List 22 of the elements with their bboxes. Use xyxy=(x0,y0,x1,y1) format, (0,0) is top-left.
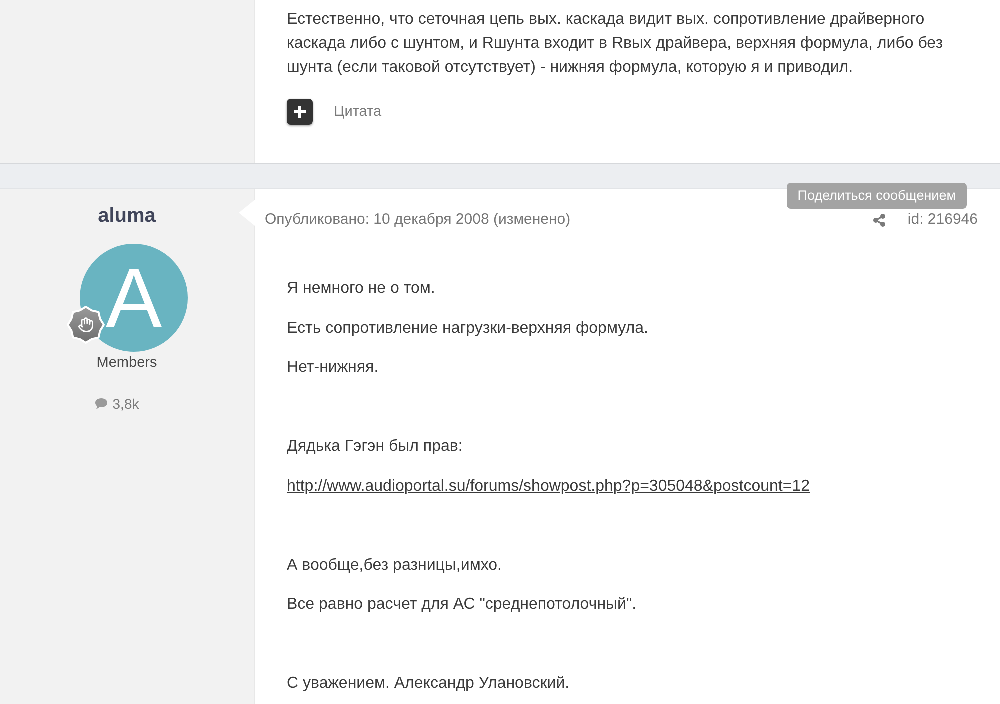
post-paragraph: С уважением. Александр Улановский. xyxy=(287,674,571,694)
user-group: Members xyxy=(96,353,158,373)
post-paragraph: А вообще,без разницы,имхо. xyxy=(287,556,503,576)
post-paragraph: Все равно расчет для АС "среднепотолочный". xyxy=(287,595,638,615)
post-paragraph: Естественно, что сеточная цепь вых. каскада видит вых. сопротивление драйверного каскада либо с шунтом, и Rшунта входит в Rвых драйвера, верхняя формула, либо без шунта (если таковой отсутствует) - нижняя формула, которую я и приводил. xyxy=(287,10,944,78)
comment-icon xyxy=(94,398,108,410)
plus-icon xyxy=(294,106,306,118)
post-paragraph: Дядька Гэгэн был прав: xyxy=(287,437,464,457)
post-count: 3,8k xyxy=(112,395,140,413)
post-paragraph: Нет-нижняя. xyxy=(287,358,380,378)
author-name[interactable]: aluma xyxy=(98,203,156,229)
post-date: Опубликовано: 10 декабря 2008 (изменено) xyxy=(265,210,571,230)
avatar[interactable]: A xyxy=(80,244,188,352)
multiquote-button[interactable] xyxy=(287,99,313,125)
post-link[interactable]: http://www.audioportal.su/forums/showpost.php?p=305048&postcount=12 xyxy=(287,478,810,494)
quote-link[interactable]: Цитата xyxy=(334,102,382,122)
share-icon[interactable] xyxy=(872,214,886,226)
post-id[interactable]: id: 216946 xyxy=(908,210,978,230)
hand-badge-icon xyxy=(67,306,105,344)
tooltip: Поделиться сообщением xyxy=(786,183,967,209)
post-paragraph: Я немного не о том. xyxy=(287,279,436,299)
post-paragraph: Есть сопротивление нагрузки-верхняя формула. xyxy=(287,318,650,338)
